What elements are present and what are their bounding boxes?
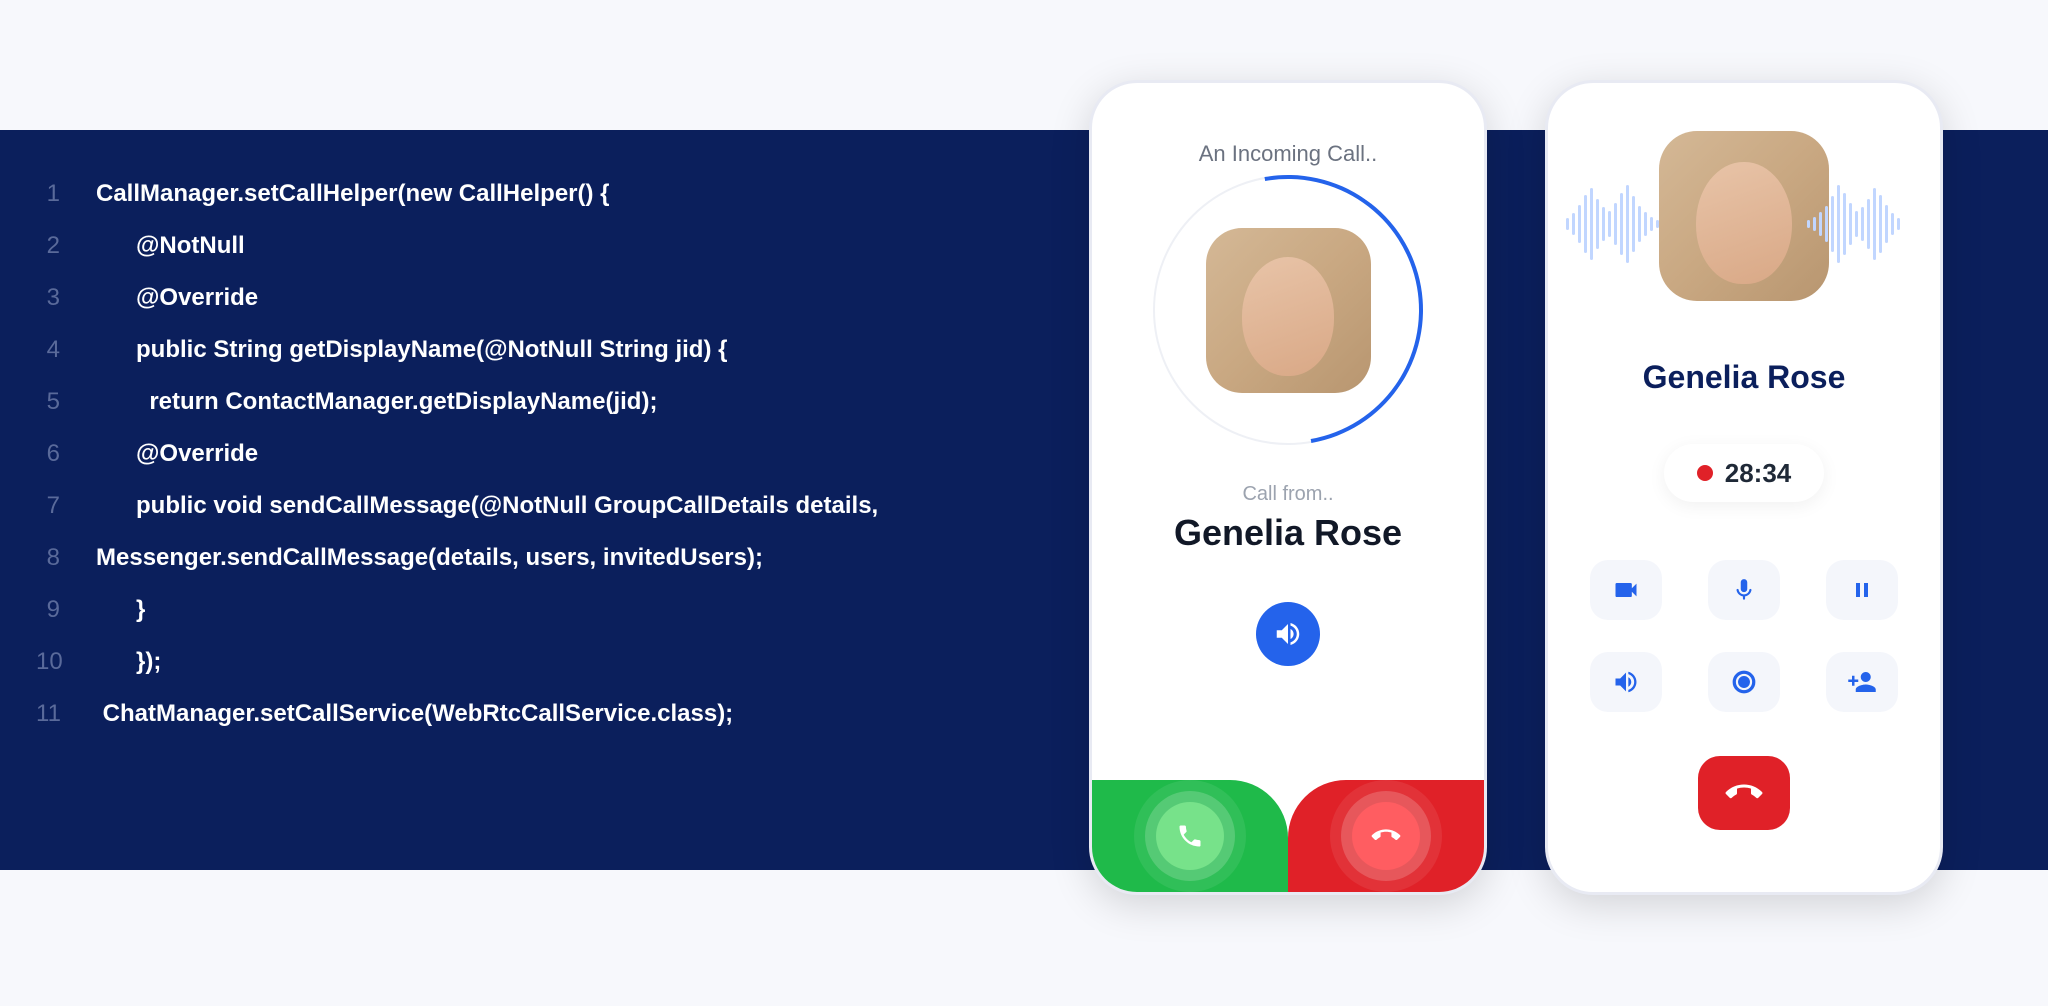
- waveform-area: [1548, 131, 1940, 331]
- code-text: Messenger.sendCallMessage(details, users…: [96, 544, 763, 572]
- code-text: @Override: [96, 440, 258, 468]
- add-user-icon: [1847, 667, 1877, 697]
- speaker-button[interactable]: [1256, 602, 1320, 666]
- line-number: 1: [36, 180, 96, 208]
- phone-accept-icon: [1176, 822, 1204, 850]
- code-text: }: [96, 596, 145, 624]
- code-text: @Override: [96, 284, 258, 312]
- record-button[interactable]: [1708, 652, 1780, 712]
- speaker-icon: [1612, 668, 1640, 696]
- avatar-ring: [1153, 175, 1423, 445]
- call-speaker-button[interactable]: [1590, 652, 1662, 712]
- incoming-call-label: An Incoming Call..: [1092, 83, 1484, 167]
- call-timer: 28:34: [1725, 458, 1792, 489]
- code-text: public void sendCallMessage(@NotNull Gro…: [96, 492, 878, 520]
- phone-decline-icon: [1366, 816, 1406, 856]
- caller-name: Genelia Rose: [1548, 359, 1940, 396]
- line-number: 7: [36, 492, 96, 520]
- waveform-right: [1807, 179, 1922, 269]
- line-number: 3: [36, 284, 96, 312]
- record-icon: [1731, 669, 1757, 695]
- record-dot-icon: [1697, 465, 1713, 481]
- code-text: ChatManager.setCallService(WebRtcCallSer…: [96, 700, 733, 728]
- call-timer-badge: 28:34: [1664, 444, 1824, 502]
- line-number: 8: [36, 544, 96, 572]
- speaker-icon: [1273, 619, 1303, 649]
- pause-icon: [1850, 578, 1874, 602]
- decline-call-button[interactable]: [1288, 780, 1484, 892]
- line-number: 2: [36, 232, 96, 260]
- line-number: 10: [36, 648, 96, 676]
- microphone-button[interactable]: [1708, 560, 1780, 620]
- end-call-button[interactable]: [1698, 756, 1790, 830]
- phone-end-icon: [1719, 768, 1770, 819]
- call-actions: [1092, 780, 1484, 892]
- active-call-screen: Genelia Rose 28:34: [1545, 80, 1943, 895]
- line-number: 5: [36, 388, 96, 416]
- call-from-label: Call from..: [1092, 483, 1484, 506]
- line-number: 11: [36, 700, 96, 728]
- line-number: 6: [36, 440, 96, 468]
- incoming-call-screen: An Incoming Call.. Call from.. Genelia R…: [1089, 80, 1487, 895]
- code-text: public String getDisplayName(@NotNull St…: [96, 336, 727, 364]
- video-button[interactable]: [1590, 560, 1662, 620]
- pause-button[interactable]: [1826, 560, 1898, 620]
- code-text: });: [96, 648, 161, 676]
- code-text: return ContactManager.getDisplayName(jid…: [96, 388, 657, 416]
- add-participant-button[interactable]: [1826, 652, 1898, 712]
- code-text: @NotNull: [96, 232, 245, 260]
- microphone-icon: [1731, 577, 1757, 603]
- line-number: 4: [36, 336, 96, 364]
- call-controls-grid: [1548, 560, 1940, 712]
- caller-name: Genelia Rose: [1092, 512, 1484, 554]
- accept-call-button[interactable]: [1092, 780, 1288, 892]
- video-icon: [1612, 576, 1640, 604]
- caller-avatar: [1659, 131, 1829, 301]
- caller-avatar: [1206, 228, 1371, 393]
- line-number: 9: [36, 596, 96, 624]
- code-text: CallManager.setCallHelper(new CallHelper…: [96, 180, 610, 208]
